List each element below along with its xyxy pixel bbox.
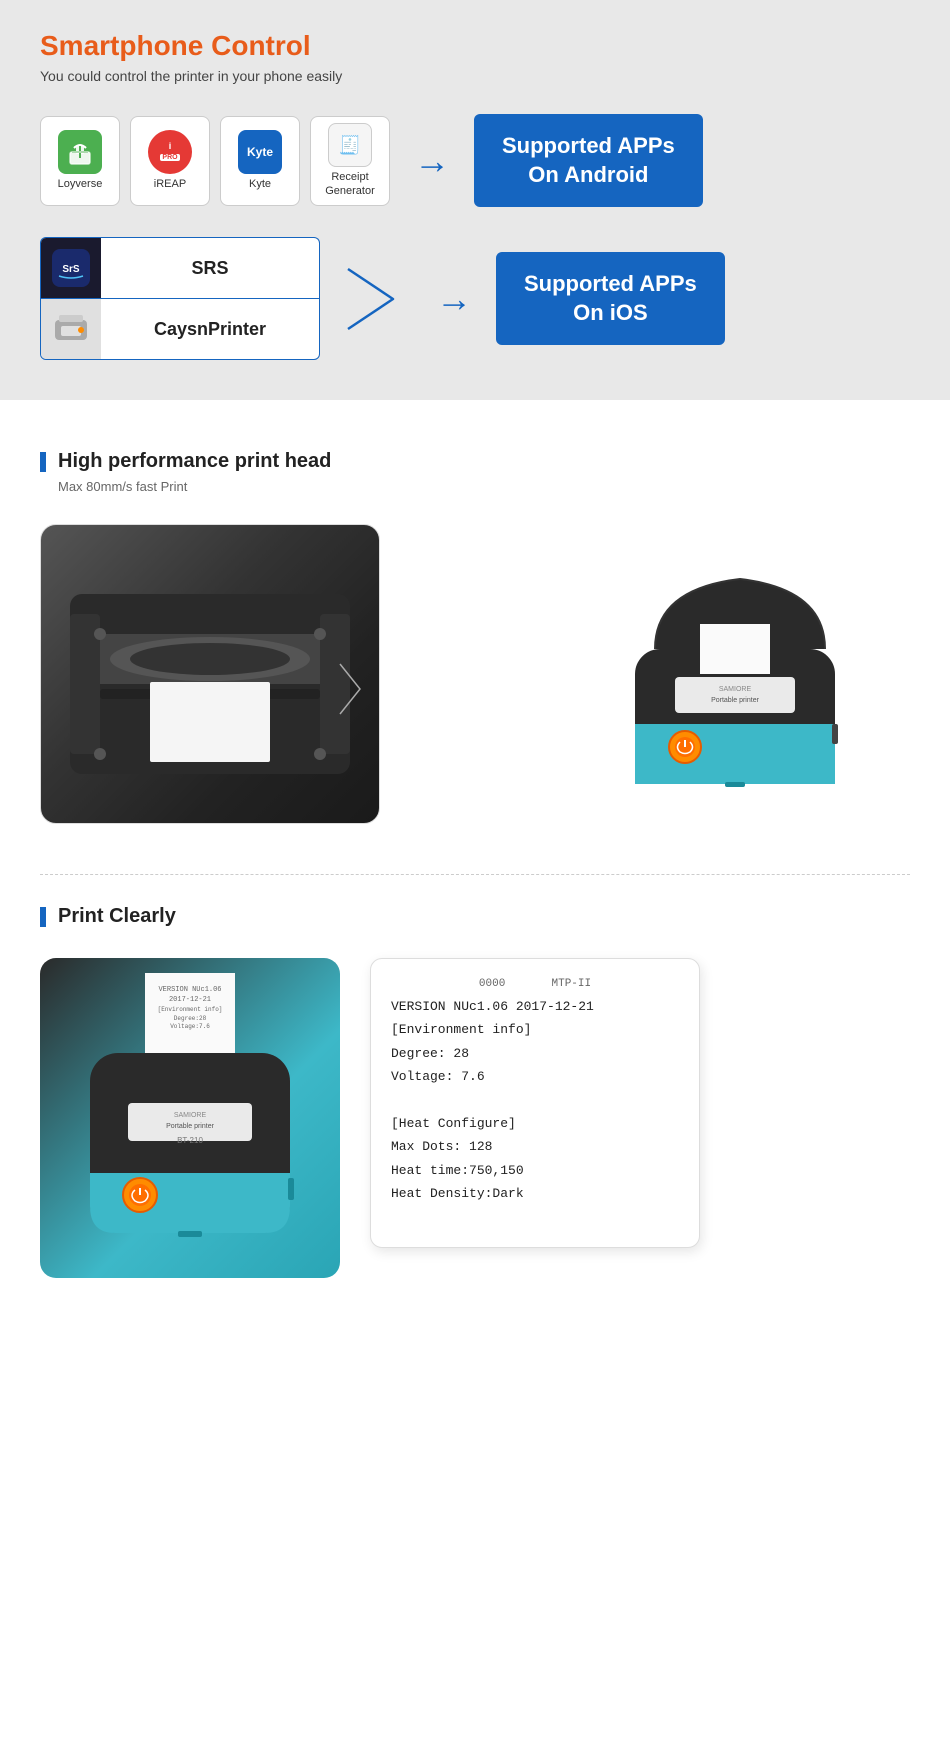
print-clearly-title-text: Print Clearly [58, 905, 176, 928]
app-icon-kyte: Kyte Kyte [220, 116, 300, 206]
android-arrow: → [414, 140, 450, 182]
app-icon-ireap: iPRO iREAP [130, 116, 210, 206]
receipt-line-7: Heat Density:Dark [391, 1182, 679, 1205]
receipt-line-6: Heat time:750,150 [391, 1159, 679, 1182]
ireap-label: iREAP [154, 178, 186, 191]
svg-text:SrS: SrS [62, 264, 80, 275]
svg-text:BT-210: BT-210 [177, 1136, 203, 1145]
print-head-title: High performance print head [40, 450, 910, 473]
svg-text:[Environment info]: [Environment info] [158, 1006, 223, 1013]
receipt-line-2: Degree: 28 [391, 1042, 679, 1065]
svg-text:Degree:28: Degree:28 [174, 1015, 207, 1022]
svg-text:VERSION NUc1.06: VERSION NUc1.06 [158, 986, 221, 994]
print-clearly-title: Print Clearly [40, 905, 910, 928]
svg-text:SAMIORE: SAMIORE [174, 1112, 207, 1119]
smartphone-section: Smartphone Control You could control the… [0, 0, 950, 400]
android-row: Loyverse iPRO iREAP Kyte Kyte 🧾 [40, 114, 910, 207]
receipt-line-header: VERSION NUc1.06 2017-12-21 [391, 995, 679, 1018]
print-head-closeup-image [40, 524, 380, 824]
receipt-text: 0000 MTP-II VERSION NUc1.06 2017-12-21 [… [391, 975, 679, 1205]
kyte-label: Kyte [249, 178, 271, 191]
loyverse-icon [58, 130, 102, 174]
svg-text:Portable printer: Portable printer [711, 697, 760, 704]
receipt-paper-image: 0000 MTP-II VERSION NUc1.06 2017-12-21 [… [370, 958, 700, 1248]
caysnprinter-app-name: CaysnPrinter [101, 309, 319, 350]
print-head-section: High performance print head Max 80mm/s f… [0, 400, 950, 854]
ios-app-caysnprinter: CaysnPrinter [40, 298, 320, 360]
print-head-subtitle: Max 80mm/s fast Print [58, 479, 910, 494]
svg-text:Voltage:7.6: Voltage:7.6 [170, 1023, 210, 1030]
receipt-line-5: Max Dots: 128 [391, 1135, 679, 1158]
caysnprinter-icon-box [41, 299, 101, 359]
section-title: Smartphone Control [40, 30, 910, 62]
supported-android-badge: Supported APPs On Android [474, 114, 703, 207]
ios-arrow: → [436, 278, 472, 320]
section-subtitle: You could control the printer in your ph… [40, 68, 910, 84]
receipt-line-4: [Heat Configure] [391, 1112, 679, 1135]
print-images-row: SAMIORE Portable printer [40, 524, 910, 824]
print-clearly-section: Print Clearly VERSION NUc1.06 2017-12-21… [0, 895, 950, 1328]
caysnprinter-icon [49, 311, 93, 347]
receipt-line-1: [Environment info] [391, 1018, 679, 1041]
kyte-icon: Kyte [238, 130, 282, 174]
srs-app-name: SRS [101, 248, 319, 289]
receipt-line-0: 0000 MTP-II [391, 975, 679, 995]
section-divider [40, 874, 910, 875]
ios-chevron-shape [338, 259, 408, 339]
svg-text:SAMIORE: SAMIORE [719, 686, 752, 693]
supported-android-label: Supported APPs On Android [502, 133, 675, 187]
ireap-icon: iPRO [148, 130, 192, 174]
svg-text:Portable printer: Portable printer [166, 1123, 215, 1130]
ios-app-srs: SrS SRS [40, 237, 320, 298]
printer-angle-image: VERSION NUc1.06 2017-12-21 [Environment … [40, 958, 340, 1278]
print-head-title-text: High performance print head [58, 450, 331, 473]
supported-ios-label: Supported APPs On iOS [524, 271, 697, 325]
svg-text:2017-12-21: 2017-12-21 [169, 996, 211, 1004]
supported-ios-badge: Supported APPs On iOS [496, 252, 725, 345]
clearly-images-row: VERSION NUc1.06 2017-12-21 [Environment … [40, 958, 910, 1278]
receipt-label: ReceiptGenerator [325, 171, 375, 197]
srs-icon: SrS [52, 249, 90, 287]
app-icon-receipt: 🧾 ReceiptGenerator [310, 116, 390, 206]
receipt-icon: 🧾 [328, 123, 372, 167]
srs-icon-box: SrS [41, 238, 101, 298]
android-apps-group: Loyverse iPRO iREAP Kyte Kyte 🧾 [40, 116, 390, 206]
printer-side-image: SAMIORE Portable printer [570, 524, 910, 824]
receipt-line-3: Voltage: 7.6 [391, 1065, 679, 1088]
loyverse-label: Loyverse [58, 178, 103, 191]
ios-apps-stack: SrS SRS [40, 237, 320, 360]
ios-row: SrS SRS [40, 237, 910, 360]
app-icon-loyverse: Loyverse [40, 116, 120, 206]
